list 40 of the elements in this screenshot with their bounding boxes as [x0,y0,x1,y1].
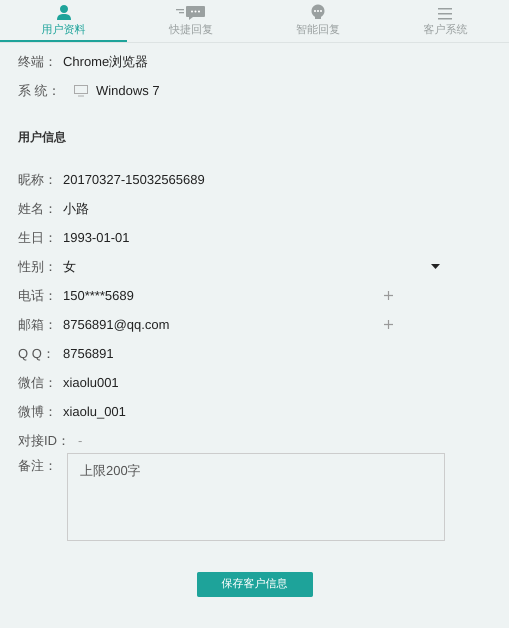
monitor-icon [74,84,88,96]
add-icon[interactable] [384,320,393,329]
field-label: 电话： [18,286,58,304]
tab[interactable]: 智能回复 [254,0,382,42]
field-label: 生日： [18,228,58,246]
chat-bubble-icon [310,4,326,20]
field-label: 系 统： [18,82,62,100]
field-value: Windows 7 [96,83,160,98]
field-value: 8756891 [63,346,114,361]
field-label: 邮箱： [18,316,58,334]
field-value: 150****5689 [63,288,134,303]
field-label: 终端： [18,52,58,70]
field-value: Chrome浏览器 [63,52,148,70]
chat-icon [176,6,206,20]
field-value: xiaolu_001 [63,404,126,419]
save-button[interactable]: 保存客户信息 [196,572,312,597]
tab[interactable]: 用户资料 [0,0,128,42]
tab[interactable]: 快捷回复 [127,0,254,42]
field-label: 姓名： [18,200,58,218]
field-label: 备注： [18,457,58,475]
field-label: 微博： [18,402,58,420]
note-field[interactable]: 上限200字 [67,453,445,541]
menu-icon [438,8,452,20]
field-label: 微信： [18,374,58,392]
tab[interactable]: 客户系统 [382,0,509,42]
caret-icon[interactable] [431,264,440,269]
field-value: 20170327-15032565689 [63,172,205,187]
field-value: - [78,433,82,448]
field-value: 1993-01-01 [63,230,130,245]
field-label: Q Q： [18,344,56,362]
add-icon[interactable] [384,291,393,300]
field-label: 对接ID： [18,432,70,450]
person-icon [56,4,72,20]
field-label: 昵称： [18,170,58,188]
section-title: 用户信息 [18,129,67,146]
gender-select[interactable]: 女 [63,258,76,276]
field-label: 性别： [18,258,58,276]
field-value: 8756891@qq.com [63,317,170,332]
field-value: 小路 [63,200,89,218]
field-value: xiaolu001 [63,375,119,390]
